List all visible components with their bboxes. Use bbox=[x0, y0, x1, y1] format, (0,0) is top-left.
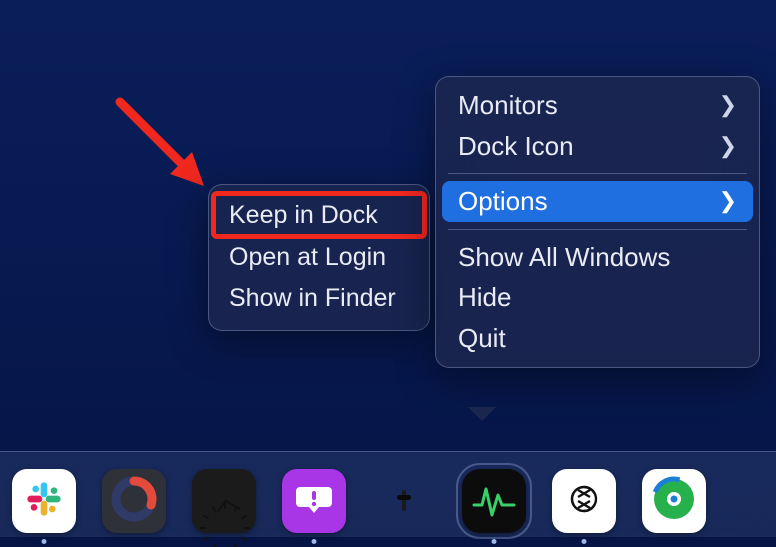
menu-item-label: Dock Icon bbox=[458, 132, 574, 161]
menu-item-hide[interactable]: Hide bbox=[442, 277, 753, 318]
menu-item-open-at-login[interactable]: Open at Login bbox=[215, 237, 423, 279]
menu-item-show-all-windows[interactable]: Show All Windows bbox=[442, 237, 753, 278]
menu-item-label: Show All Windows bbox=[458, 243, 670, 272]
dock-context-menu: Monitors ❯ Dock Icon ❯ Options ❯ Show Al… bbox=[435, 76, 760, 368]
dock-app-activity-monitor[interactable] bbox=[462, 469, 526, 533]
running-indicator-icon bbox=[42, 539, 47, 544]
activity-icon bbox=[470, 475, 518, 528]
menu-item-quit[interactable]: Quit bbox=[442, 318, 753, 359]
chevron-right-icon: ❯ bbox=[719, 93, 737, 117]
menu-item-label: Options bbox=[458, 187, 548, 216]
openai-icon bbox=[562, 477, 606, 526]
menu-anchor-icon bbox=[468, 407, 496, 421]
running-indicator-icon bbox=[582, 539, 587, 544]
menu-item-options[interactable]: Options ❯ bbox=[442, 181, 753, 222]
menu-item-label: Hide bbox=[458, 283, 511, 312]
findmy-icon bbox=[650, 475, 698, 528]
dock-app-find-my[interactable] bbox=[642, 469, 706, 533]
menu-separator bbox=[448, 229, 747, 230]
menu-item-show-in-finder[interactable]: Show in Finder bbox=[215, 278, 423, 320]
dock-app-feedback[interactable] bbox=[282, 469, 346, 533]
dock-app-clock[interactable] bbox=[192, 469, 256, 533]
menu-item-dock-icon[interactable]: Dock Icon ❯ bbox=[442, 126, 753, 167]
phone-icon bbox=[402, 492, 406, 510]
menu-item-label: Quit bbox=[458, 324, 506, 353]
dock bbox=[0, 447, 776, 547]
menu-item-monitors[interactable]: Monitors ❯ bbox=[442, 85, 753, 126]
dock-items bbox=[0, 469, 718, 533]
menu-item-keep-in-dock[interactable]: Keep in Dock bbox=[215, 195, 423, 237]
menu-item-label: Keep in Dock bbox=[229, 202, 378, 230]
menu-item-label: Open at Login bbox=[229, 244, 386, 272]
chevron-right-icon: ❯ bbox=[719, 189, 737, 213]
menu-item-label: Show in Finder bbox=[229, 285, 396, 313]
running-indicator-icon bbox=[492, 539, 497, 544]
feedback-icon bbox=[294, 479, 334, 524]
slack-icon bbox=[24, 479, 64, 524]
ring-icon bbox=[110, 475, 158, 528]
menu-separator bbox=[448, 173, 747, 174]
annotation-arrow bbox=[112, 94, 222, 204]
menu-item-label: Monitors bbox=[458, 91, 558, 120]
running-indicator-icon bbox=[312, 539, 317, 544]
chevron-right-icon: ❯ bbox=[719, 134, 737, 158]
options-submenu: Keep in Dock Open at Login Show in Finde… bbox=[208, 184, 430, 331]
dock-app-phone-mirroring[interactable] bbox=[372, 469, 436, 533]
dock-app-chatgpt[interactable] bbox=[552, 469, 616, 533]
dock-app-slack[interactable] bbox=[12, 469, 76, 533]
dock-app-ring[interactable] bbox=[102, 469, 166, 533]
